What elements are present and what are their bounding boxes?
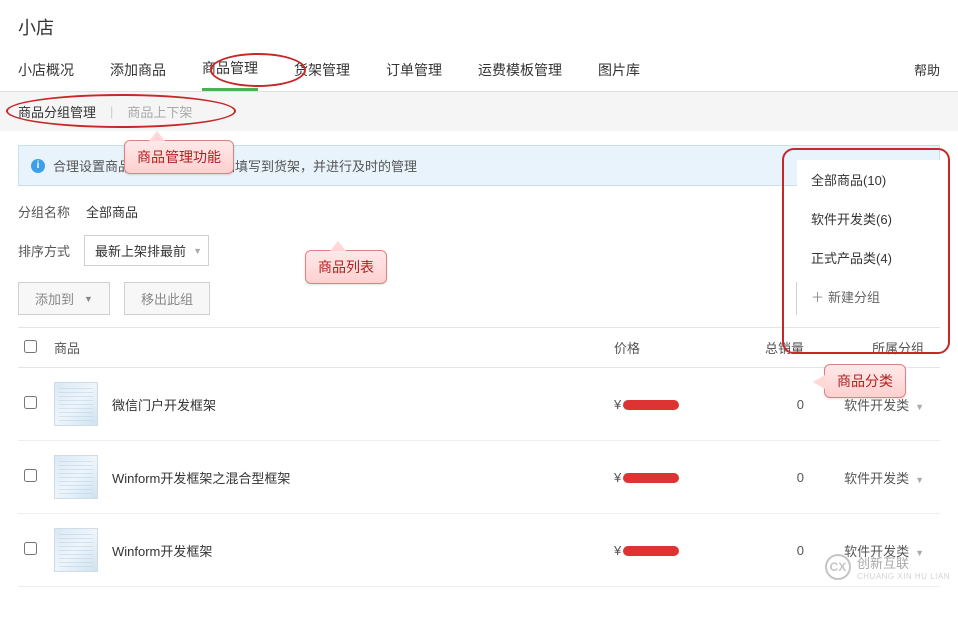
footer-logo: CX 创新互联 CHUANG XIN HU LIAN	[825, 553, 950, 581]
category-item-product[interactable]: 正式产品类(4)	[797, 238, 952, 277]
subnav-divider: |	[110, 104, 113, 119]
product-thumbnail[interactable]	[54, 455, 98, 499]
product-name[interactable]: Winform开发框架	[112, 541, 212, 560]
sort-select[interactable]: 最新上架排最前 ▼	[84, 235, 209, 266]
product-thumbnail[interactable]	[54, 528, 98, 572]
remove-from-group-button[interactable]: 移出此组	[124, 282, 210, 315]
product-table: 商品 价格 总销量 所属分组 微信门户开发框架 ¥ 0 软件开发类▼ Winfo…	[18, 327, 940, 587]
table-header: 商品 价格 总销量 所属分组	[18, 328, 940, 368]
logo-sub: CHUANG XIN HU LIAN	[857, 572, 950, 581]
tab-shelf-manage[interactable]: 货架管理	[294, 50, 350, 90]
info-icon: i	[31, 159, 45, 173]
category-item-all[interactable]: 全部商品(10)	[797, 160, 952, 199]
row-checkbox[interactable]	[24, 542, 37, 555]
chevron-down-icon: ▼	[84, 294, 93, 304]
product-price: ¥	[614, 397, 714, 412]
product-name[interactable]: Winform开发框架之混合型框架	[112, 468, 290, 487]
tab-shipping-template[interactable]: 运费模板管理	[478, 50, 562, 90]
price-redacted	[623, 400, 679, 410]
product-price: ¥	[614, 543, 714, 558]
sort-value: 最新上架排最前	[95, 244, 186, 259]
help-link-top[interactable]: 帮助	[914, 60, 940, 79]
product-price: ¥	[614, 470, 714, 485]
price-redacted	[623, 473, 679, 483]
annotation-callout-cat: 商品分类	[824, 364, 906, 398]
remove-label: 移出此组	[141, 289, 193, 308]
add-to-button[interactable]: 添加到 ▼	[18, 282, 110, 315]
tab-add-product[interactable]: 添加商品	[110, 50, 166, 90]
tab-order-manage[interactable]: 订单管理	[386, 50, 442, 90]
row-checkbox[interactable]	[24, 396, 37, 409]
tab-product-manage[interactable]: 商品管理	[202, 48, 258, 91]
subtab-group-manage[interactable]: 商品分组管理	[18, 102, 96, 121]
logo-brand: 创新互联	[857, 553, 950, 572]
category-item-dev[interactable]: 软件开发类(6)	[797, 199, 952, 238]
category-panel: 全部商品(10) 软件开发类(6) 正式产品类(4) ＋新建分组	[797, 160, 952, 316]
th-product: 商品	[54, 338, 614, 357]
sub-nav: 商品分组管理 | 商品上下架	[0, 92, 958, 131]
table-row: Winform开发框架 ¥ 0 软件开发类▼	[18, 514, 940, 587]
th-price: 价格	[614, 338, 714, 357]
product-name[interactable]: 微信门户开发框架	[112, 395, 216, 414]
annotation-callout-func: 商品管理功能	[124, 140, 234, 174]
group-value: 全部商品	[86, 202, 138, 221]
product-thumbnail[interactable]	[54, 382, 98, 426]
product-group-select[interactable]: 软件开发类▼	[804, 468, 934, 487]
tab-image-library[interactable]: 图片库	[598, 50, 640, 90]
select-all-checkbox[interactable]	[24, 340, 37, 353]
annotation-callout-list: 商品列表	[305, 250, 387, 284]
row-checkbox[interactable]	[24, 469, 37, 482]
table-row: 微信门户开发框架 ¥ 0 软件开发类▼	[18, 368, 940, 441]
add-to-label: 添加到	[35, 289, 74, 308]
tip-text: 合理设置商品分类能方便将商品填写到货架，并进行及时的管理	[53, 156, 417, 175]
sort-label: 排序方式	[18, 241, 70, 260]
page-title: 小店	[0, 0, 958, 48]
th-sales: 总销量	[714, 338, 804, 357]
top-nav: 小店概况 添加商品 商品管理 货架管理 订单管理 运费模板管理 图片库 帮助	[0, 48, 958, 92]
chevron-down-icon: ▼	[915, 402, 924, 412]
category-add-new[interactable]: ＋新建分组	[797, 277, 952, 316]
tab-overview[interactable]: 小店概况	[18, 50, 74, 90]
group-label: 分组名称	[18, 202, 70, 221]
subtab-onoff-shelf[interactable]: 商品上下架	[127, 102, 192, 121]
chevron-down-icon: ▼	[915, 475, 924, 485]
th-group: 所属分组	[804, 338, 934, 357]
table-row: Winform开发框架之混合型框架 ¥ 0 软件开发类▼	[18, 441, 940, 514]
chevron-down-icon: ▼	[193, 246, 202, 256]
price-redacted	[623, 546, 679, 556]
logo-icon: CX	[825, 554, 851, 580]
product-sales: 0	[714, 397, 804, 412]
product-sales: 0	[714, 470, 804, 485]
plus-icon: ＋	[811, 290, 824, 305]
product-sales: 0	[714, 543, 804, 558]
